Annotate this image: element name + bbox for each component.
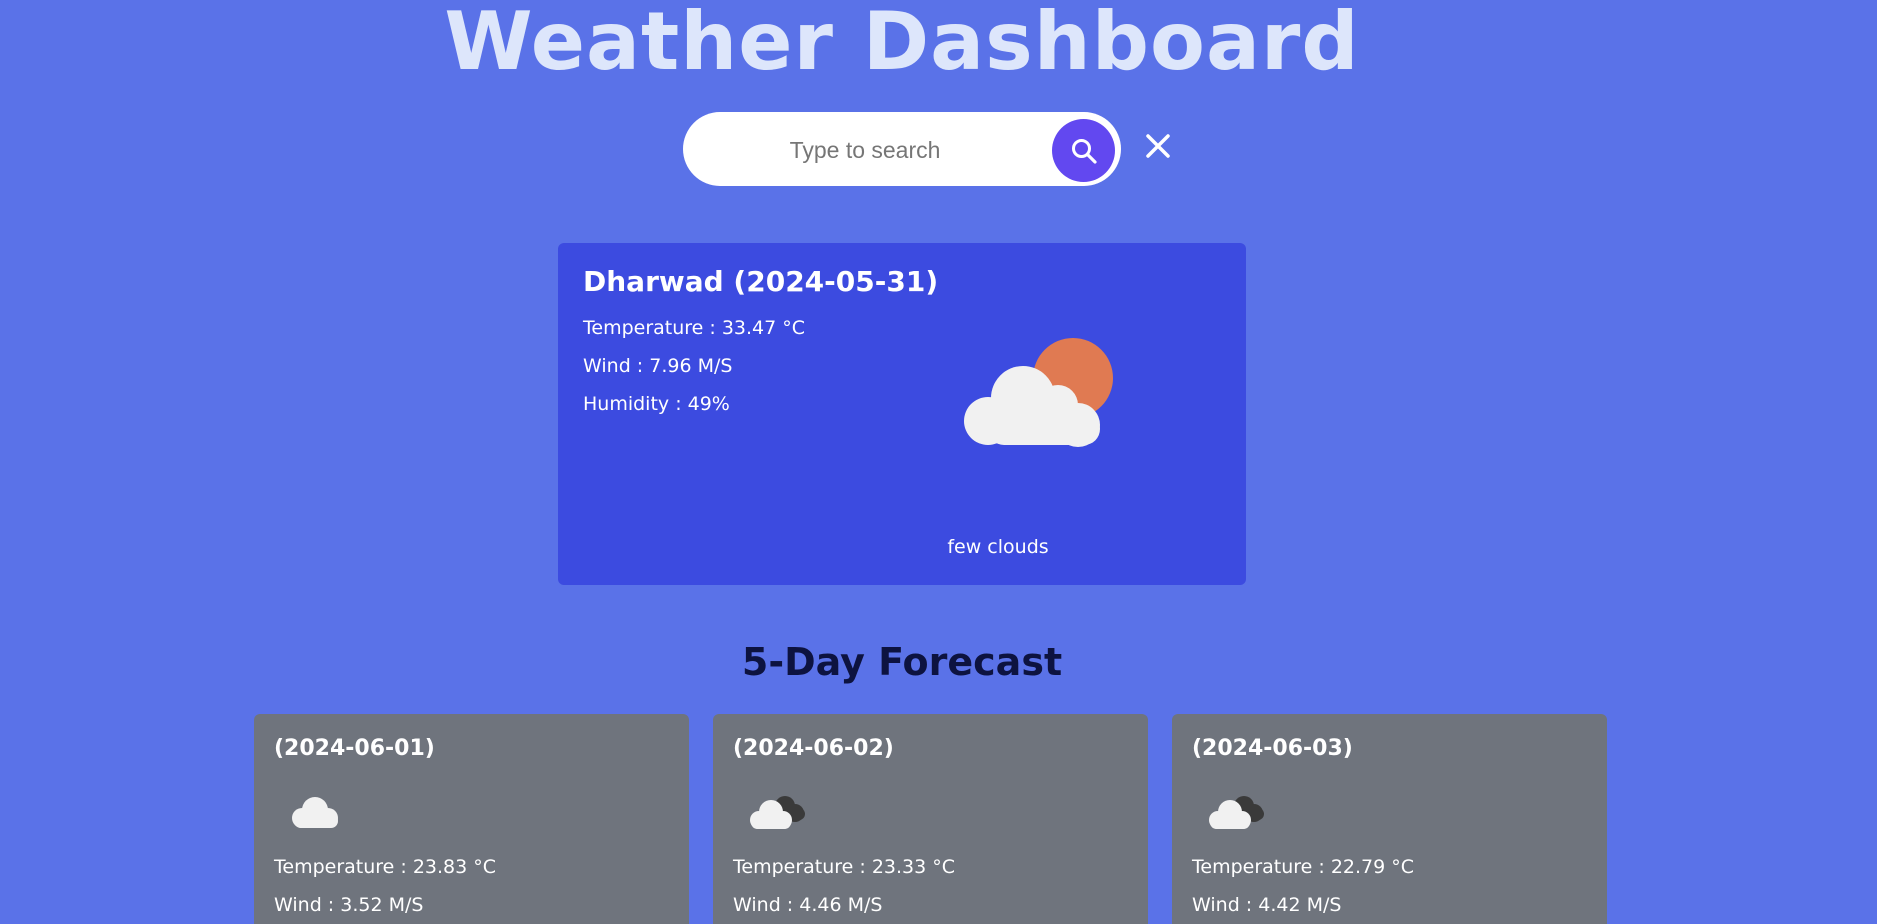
forecast-date: (2024-06-03) [1192, 736, 1353, 761]
current-wind: Wind : 7.96 M/S [583, 355, 733, 377]
forecast-wind: Wind : 3.52 M/S [274, 894, 424, 916]
forecast-date: (2024-06-01) [274, 736, 435, 761]
current-weather-card: Dharwad (2024-05-31) Temperature : 33.47… [558, 243, 1246, 585]
forecast-card: (2024-06-03) Temperature : 22.79 °C Wind… [1172, 714, 1607, 924]
few-clouds-icon [964, 338, 1113, 447]
close-icon [1146, 134, 1170, 158]
forecast-temperature: Temperature : 22.79 °C [1192, 856, 1415, 878]
forecast-temperature: Temperature : 23.83 °C [274, 856, 497, 878]
forecast-wind: Wind : 4.42 M/S [1192, 894, 1342, 916]
cloud-icon [292, 797, 338, 828]
forecast-card: (2024-06-02) Temperature : 23.33 °C Wind… [713, 714, 1148, 924]
forecast-temperature: Temperature : 23.33 °C [733, 856, 956, 878]
current-humidity: Humidity : 49% [583, 393, 730, 415]
forecast-date: (2024-06-02) [733, 736, 894, 761]
broken-clouds-icon [750, 796, 805, 829]
weather-dashboard-page: Weather Dashboard Dharwad (2024-05-31) T… [0, 0, 1877, 924]
forecast-heading: 5-Day Forecast [741, 640, 1063, 684]
clear-search-button[interactable] [1144, 132, 1172, 160]
search-icon [1071, 138, 1097, 164]
search-bar [683, 112, 1121, 186]
search-input[interactable] [713, 126, 1017, 174]
page-title: Weather Dashboard [444, 0, 1360, 88]
search-button[interactable] [1052, 119, 1115, 182]
current-city-date: Dharwad (2024-05-31) [583, 265, 939, 298]
weather-description: few clouds [947, 536, 1049, 558]
forecast-wind: Wind : 4.46 M/S [733, 894, 883, 916]
forecast-card: (2024-06-01) Temperature : 23.83 °C Wind… [254, 714, 689, 924]
broken-clouds-icon [1209, 796, 1264, 829]
current-temperature: Temperature : 33.47 °C [583, 317, 806, 339]
